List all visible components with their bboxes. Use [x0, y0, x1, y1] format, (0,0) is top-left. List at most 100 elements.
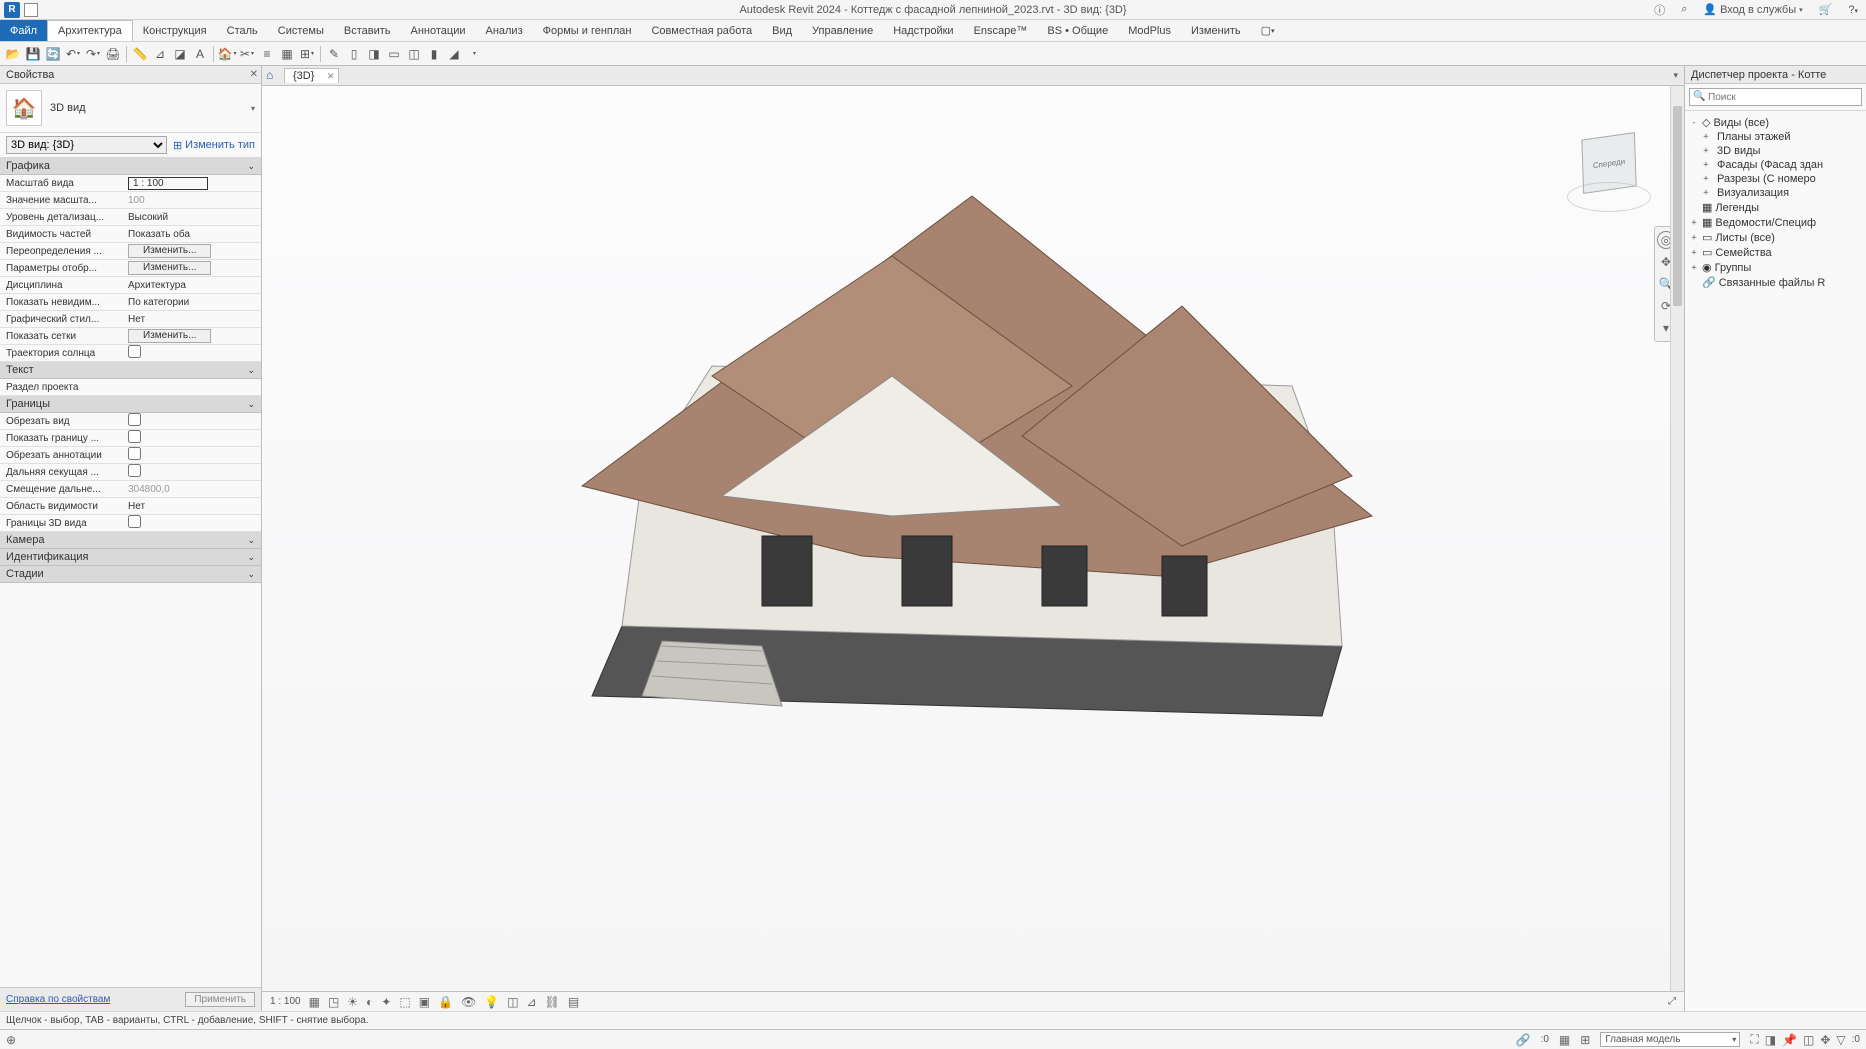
show-crop-icon[interactable]: ▣	[419, 995, 430, 1009]
property-row[interactable]: Масштаб вида1 : 100	[0, 175, 261, 192]
property-checkbox[interactable]	[128, 345, 141, 358]
property-value[interactable]	[124, 430, 261, 446]
lock-3d-icon[interactable]: 🔒	[438, 995, 453, 1009]
browser-search-input[interactable]	[1689, 88, 1862, 106]
thin-lines-icon[interactable]: ≡	[258, 45, 276, 63]
property-edit-button[interactable]: Изменить...	[128, 244, 211, 258]
property-checkbox[interactable]	[128, 515, 141, 528]
tree-toggle-icon[interactable]: +	[1689, 248, 1699, 258]
reveal-icon[interactable]: ▤	[568, 995, 579, 1009]
tree-item[interactable]: +3D виды	[1687, 144, 1864, 158]
tree-toggle-icon[interactable]: +	[1701, 174, 1711, 184]
select-links-toggle-icon[interactable]: ⛶	[1750, 1032, 1758, 1047]
sign-in-button[interactable]: 👤 Вход в службы ▾	[1699, 2, 1806, 17]
ribbon-tab-structure[interactable]: Конструкция	[133, 20, 217, 41]
file-tab[interactable]: Файл	[0, 20, 47, 41]
tree-item[interactable]: 🔗Связанные файлы R	[1687, 275, 1864, 290]
select-pinned-icon[interactable]: 📌	[1782, 1033, 1797, 1047]
redo-icon[interactable]: ↷	[84, 45, 102, 63]
view-expand-icon[interactable]: ⤢	[1668, 996, 1676, 1007]
ribbon-tab-collaborate[interactable]: Совместная работа	[641, 20, 762, 41]
tag-icon[interactable]: ◪	[171, 45, 189, 63]
instance-select[interactable]: 3D вид: {3D}	[6, 136, 167, 154]
info-center-icon[interactable]: ⓘ	[1650, 1, 1669, 19]
property-value[interactable]: 304800,0	[124, 484, 261, 495]
property-value[interactable]: Архитектура	[124, 280, 261, 291]
tree-toggle-icon[interactable]: +	[1701, 188, 1711, 198]
cart-icon[interactable]: 🛒	[1815, 2, 1837, 17]
crop-view-icon[interactable]: ⬚	[399, 995, 410, 1009]
ribbon-tab-steel[interactable]: Сталь	[217, 20, 268, 41]
save-icon[interactable]: 💾	[24, 45, 42, 63]
property-checkbox[interactable]	[128, 413, 141, 426]
worksharing-display-icon[interactable]: ◫	[507, 995, 518, 1009]
property-value[interactable]: Нет	[124, 314, 261, 325]
property-value[interactable]: Нет	[124, 501, 261, 512]
property-row[interactable]: Область видимостиНет	[0, 498, 261, 515]
tree-item[interactable]: ▦Легенды	[1687, 200, 1864, 215]
property-checkbox[interactable]	[128, 464, 141, 477]
rendering-icon[interactable]: ✦	[381, 995, 391, 1009]
property-value[interactable]: Изменить...	[124, 244, 261, 258]
ribbon-tab-insert[interactable]: Вставить	[334, 20, 401, 41]
property-value[interactable]: По категории	[124, 297, 261, 308]
group-extents[interactable]: Границы⌄	[0, 396, 261, 413]
temp-hide-icon[interactable]: 👁	[461, 995, 476, 1009]
section-icon[interactable]: ✂	[238, 45, 256, 63]
edit-type-button[interactable]: ⊞ Изменить тип	[173, 139, 255, 152]
home-view-icon[interactable]: ⌂	[266, 68, 282, 84]
help-icon[interactable]: ?▾	[1844, 3, 1862, 17]
property-value[interactable]	[124, 345, 261, 361]
property-row[interactable]: Показать границу ...	[0, 430, 261, 447]
group-camera[interactable]: Камера⌄	[0, 532, 261, 549]
property-row[interactable]: Видимость частейПоказать оба	[0, 226, 261, 243]
window-icon[interactable]: ▭	[385, 45, 403, 63]
worksets-icon[interactable]: ⊕	[6, 1033, 16, 1047]
property-row[interactable]: Уровень детализац...Высокий	[0, 209, 261, 226]
ribbon-tab-annotate[interactable]: Аннотации	[401, 20, 476, 41]
group-identity[interactable]: Идентификация⌄	[0, 549, 261, 566]
viewcube-compass[interactable]	[1567, 182, 1651, 212]
column-icon[interactable]: ▮	[425, 45, 443, 63]
select-links-icon[interactable]: 🔗	[1516, 1033, 1531, 1047]
property-value[interactable]: 1 : 100	[124, 177, 261, 190]
property-value[interactable]: Показать оба	[124, 229, 261, 240]
ribbon-tab-analyze[interactable]: Анализ	[475, 20, 532, 41]
roof-icon[interactable]: ◢	[445, 45, 463, 63]
property-value[interactable]: Высокий	[124, 212, 261, 223]
property-row[interactable]: Графический стил...Нет	[0, 311, 261, 328]
ribbon-tab-modify[interactable]: Изменить	[1181, 20, 1251, 41]
select-underlay-icon[interactable]: ◨	[1765, 1033, 1776, 1047]
ribbon-tab-view[interactable]: Вид	[762, 20, 802, 41]
property-value[interactable]	[124, 413, 261, 429]
tree-item[interactable]: -◇Виды (все)	[1687, 115, 1864, 130]
qat-customize-icon[interactable]	[465, 45, 483, 63]
tree-item[interactable]: +Разрезы (С номеро	[1687, 172, 1864, 186]
property-row[interactable]: Переопределения ...Изменить...	[0, 243, 261, 260]
ribbon-tab-manage[interactable]: Управление	[802, 20, 883, 41]
view-cube[interactable]: Спереди	[1564, 126, 1654, 216]
property-row[interactable]: Значение масшта...100	[0, 192, 261, 209]
filter-icon[interactable]: ▽	[1836, 1033, 1845, 1047]
modify-icon[interactable]: ✎	[325, 45, 343, 63]
property-value[interactable]: Изменить...	[124, 329, 261, 343]
properties-help-link[interactable]: Справка по свойствам	[6, 994, 110, 1005]
drag-elements-icon[interactable]: ✥	[1820, 1033, 1830, 1047]
property-row[interactable]: Обрезать аннотации	[0, 447, 261, 464]
tree-toggle-icon[interactable]: +	[1701, 160, 1711, 170]
align-dim-icon[interactable]: ⊿	[151, 45, 169, 63]
property-row[interactable]: Дальняя секущая ...	[0, 464, 261, 481]
property-row[interactable]: Траектория солнца	[0, 345, 261, 362]
ribbon-tab-enscape[interactable]: Enscape™	[964, 20, 1038, 41]
tree-toggle-icon[interactable]: +	[1689, 263, 1699, 273]
tree-item[interactable]: +▦Ведомости/Специф	[1687, 215, 1864, 230]
measure-icon[interactable]: 📏	[131, 45, 149, 63]
switch-windows-icon[interactable]: ⊞	[298, 45, 316, 63]
text-icon[interactable]: A	[191, 45, 209, 63]
type-selector[interactable]: 🏠 3D вид ▾	[0, 84, 261, 133]
property-edit-button[interactable]: Изменить...	[128, 329, 211, 343]
property-value[interactable]	[124, 447, 261, 463]
property-checkbox[interactable]	[128, 447, 141, 460]
property-row[interactable]: Раздел проекта	[0, 379, 261, 396]
vertical-scrollbar[interactable]	[1670, 86, 1684, 991]
